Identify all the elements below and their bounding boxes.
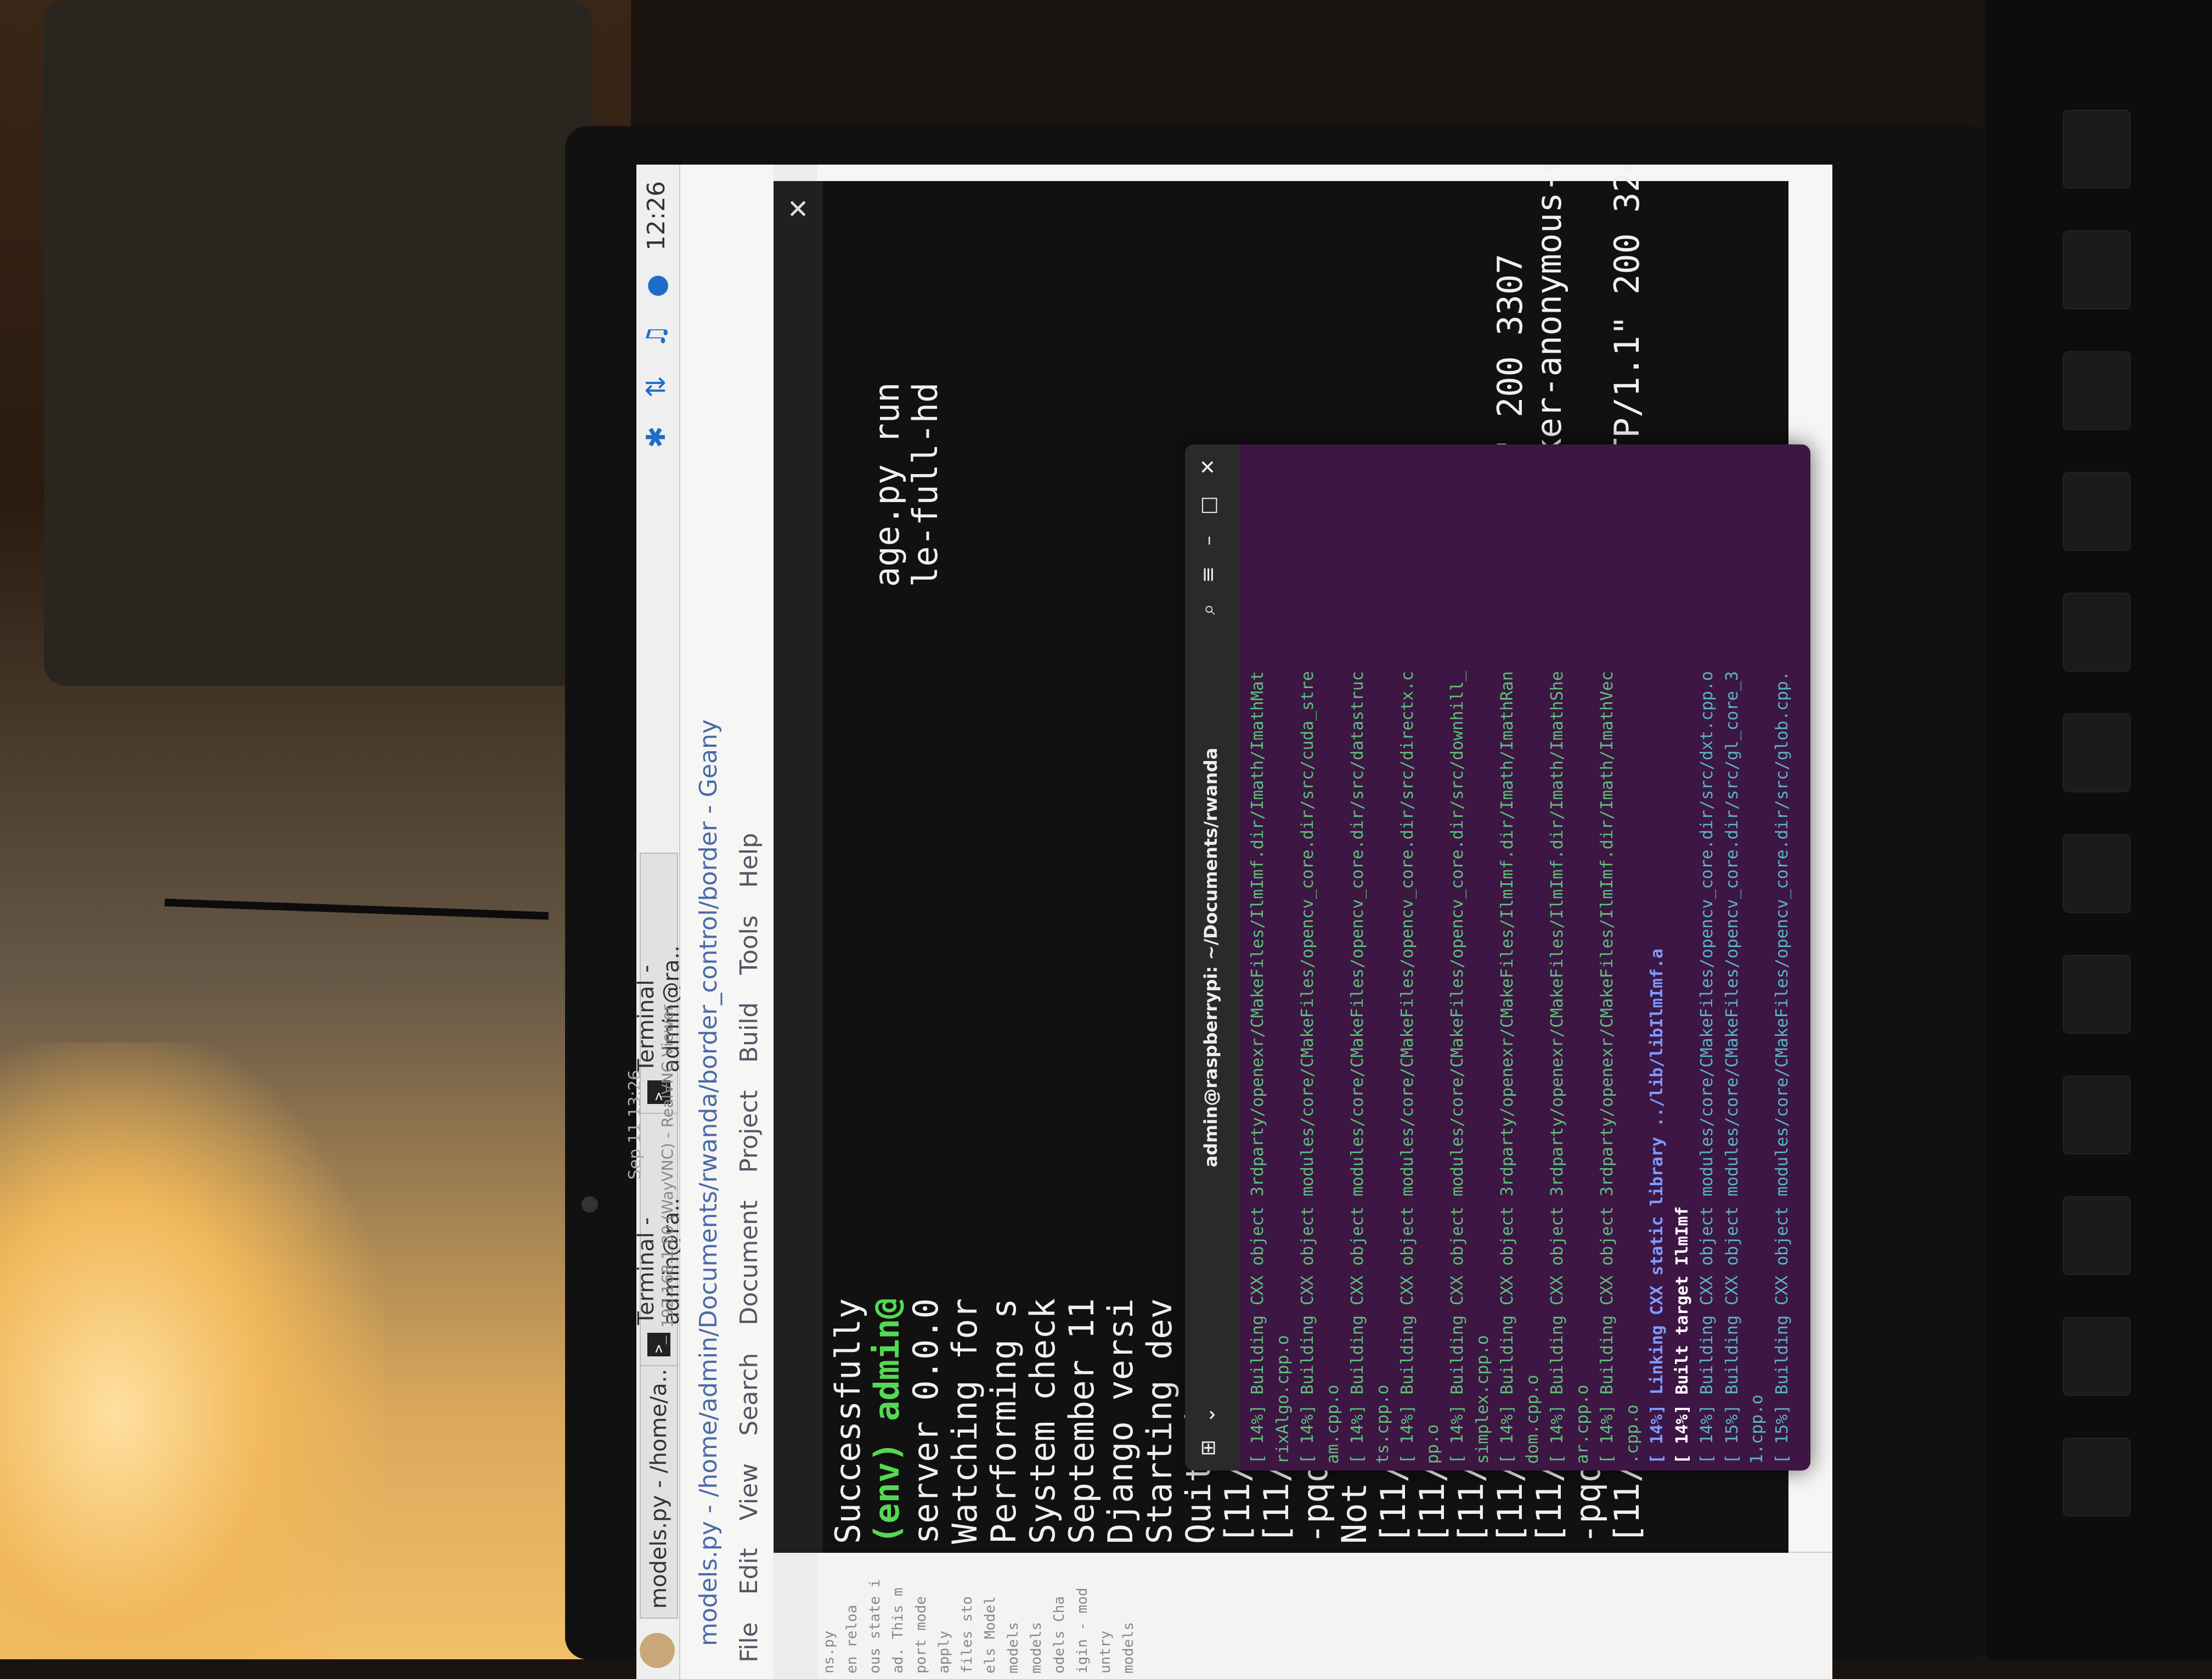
minimize-icon[interactable]: –: [1197, 536, 1220, 545]
sidebar-line: models: [1005, 1622, 1022, 1674]
terminal-fragment: age.py run: [867, 382, 907, 587]
terminal-line: dom.cpp.o: [1522, 1374, 1542, 1464]
terminal-line: [ 14%] Building CXX object 3rdparty/open…: [1548, 671, 1567, 1464]
menu-file[interactable]: File: [735, 1622, 774, 1663]
terminal-line: Starting dev: [1139, 1298, 1180, 1544]
terminal-line: [ 14%] Linking CXX static library ../lib…: [1647, 948, 1667, 1464]
terminal-line: 1.cpp.o: [1747, 1394, 1767, 1464]
terminal-line: [ 14%] Building CXX object modules/core/…: [1697, 671, 1717, 1464]
terminal-line: September 11: [1062, 1298, 1102, 1544]
terminal-line: [ 14%] Building CXX object modules/core/…: [1398, 671, 1417, 1464]
terminal-line: server 0.0.0: [906, 1298, 946, 1544]
sidebar-line: ns.py: [821, 1630, 837, 1674]
vnc-title: 192.168.1.80 (WayVNC) - RealVNC Viewer: [658, 1004, 676, 1328]
webcam: [582, 1196, 598, 1213]
geany-menubar: File Edit View Search Document Project B…: [735, 165, 774, 1679]
hamburger-menu-icon[interactable]: ≡: [1197, 566, 1220, 583]
sidebar-line: untry: [1097, 1630, 1114, 1674]
sidebar-line: ous state i: [867, 1579, 883, 1674]
menu-view[interactable]: View: [735, 1463, 774, 1520]
desktop-taskbar: models.py - /home/a.. >_ Terminal - admi…: [636, 165, 684, 1679]
terminal-line: (env) admin@: [867, 1298, 907, 1544]
terminal-line: .cpp.o: [1622, 1404, 1642, 1464]
microphone-icon[interactable]: ●: [641, 271, 672, 301]
terminal-output: [ 14%] Building CXX object 3rdparty/open…: [1245, 671, 1795, 1464]
menu-tools[interactable]: Tools: [735, 915, 774, 974]
volume-icon[interactable]: ♫: [641, 321, 672, 352]
terminal-line: [ 14%] Building CXX object modules/core/…: [1298, 671, 1317, 1464]
terminal-line: [ 14%] Building CXX object 3rdparty/open…: [1598, 671, 1617, 1464]
sidebar-line: en reloa: [844, 1604, 860, 1674]
terminal-window-build[interactable]: ⊞ ⌄ admin@raspberrypi: ~/Documents/rwand…: [1185, 444, 1810, 1470]
vnc-time: Sep 11 13:26: [625, 1069, 645, 1180]
lamp-glow: [0, 1043, 384, 1659]
bluetooth-icon[interactable]: ✱: [641, 422, 672, 453]
terminal-line: ts.cpp.o: [1373, 1384, 1392, 1464]
terminal-line: Successfully: [828, 1298, 868, 1544]
terminal-headerbar: ⊞ ⌄ admin@raspberrypi: ~/Documents/rwand…: [1185, 444, 1240, 1470]
sidebar-line: els Model: [982, 1596, 998, 1674]
terminal-line: [ 14%] Building CXX object 3rdparty/open…: [1248, 671, 1267, 1464]
sidebar-line: ad. This m: [890, 1587, 906, 1674]
sidebar-line: files sto: [959, 1596, 975, 1674]
sidebar-line: models: [1028, 1622, 1045, 1674]
chair-backrest: [44, 0, 592, 686]
terminal-line: [ 15%] Building CXX object modules/core/…: [1772, 671, 1792, 1464]
terminal-line: Watching for: [945, 1298, 985, 1544]
terminal-line: System check: [1023, 1298, 1063, 1544]
terminal-line: simplex.cpp.o: [1472, 1335, 1492, 1464]
terminal-line: [ 14%] Building CXX object modules/core/…: [1348, 671, 1367, 1464]
terminal-line: Django versi: [1101, 1298, 1141, 1544]
sidebar-line: odels Cha: [1051, 1596, 1068, 1674]
menu-project[interactable]: Project: [735, 1090, 774, 1173]
menu-help[interactable]: Help: [735, 833, 774, 888]
sidebar-line: models: [1120, 1622, 1137, 1674]
terminal-line: am.cpp.o: [1323, 1384, 1342, 1464]
geany-sidebar: ns.py en reloa ous state i ad. This m po…: [817, 1552, 1832, 1679]
close-icon[interactable]: ✕: [1197, 459, 1220, 475]
menu-document[interactable]: Document: [735, 1201, 774, 1326]
terminal-line: [ 14%] Building CXX object 3rdparty/open…: [1498, 671, 1517, 1464]
sidebar-line: igin - mod: [1074, 1587, 1091, 1674]
sidebar-line: apply: [936, 1630, 952, 1674]
laptop-keyboard: [1986, 0, 2212, 1659]
terminal-line: [ 15%] Building CXX object modules/core/…: [1722, 671, 1742, 1464]
vnc-screen: models.py - /home/a.. >_ Terminal - admi…: [636, 165, 1832, 1679]
close-icon[interactable]: ✕: [783, 198, 814, 219]
terminal-titlebar: ✕: [774, 181, 823, 1553]
search-icon[interactable]: ⌕: [1197, 604, 1220, 615]
menu-build[interactable]: Build: [735, 1002, 774, 1063]
raspberry-menu-icon[interactable]: [640, 1633, 675, 1668]
terminal-line: ar.cpp.o: [1572, 1384, 1592, 1464]
window-title: models.py - /home/admin/Documents/rwanda…: [695, 719, 723, 1646]
terminal-line: rixAlgo.cpp.o: [1273, 1335, 1293, 1464]
sidebar-line: port mode: [913, 1596, 929, 1674]
taskbar-button-label: models.py - /home/a..: [646, 1368, 672, 1609]
vnc-window-title: 192.168.1.80 (WayVNC) - RealVNC Viewer: [658, 1005, 676, 1328]
vnc-caption: Sep 11 13:26: [625, 1070, 645, 1180]
terminal-line: Performing s: [984, 1298, 1024, 1544]
terminal-line: [ 14%] Built target IlmImf: [1672, 1206, 1692, 1464]
maximize-icon[interactable]: □: [1197, 496, 1220, 515]
terminal-icon: >_: [647, 1332, 670, 1356]
taskbar-clock: 12:26: [642, 181, 670, 251]
terminal-line: [ 14%] Building CXX object modules/core/…: [1448, 671, 1467, 1464]
system-tray: ✱ ⇅ ♫ ● 12:26: [641, 181, 672, 453]
terminal-line: pp.o: [1423, 1424, 1442, 1464]
menu-edit[interactable]: Edit: [735, 1548, 774, 1595]
taskbar-button-geany[interactable]: models.py - /home/a..: [640, 1357, 678, 1619]
menu-search[interactable]: Search: [735, 1353, 774, 1436]
terminal-fragment: le-full-hd: [905, 382, 945, 587]
network-icon[interactable]: ⇅: [641, 371, 672, 402]
